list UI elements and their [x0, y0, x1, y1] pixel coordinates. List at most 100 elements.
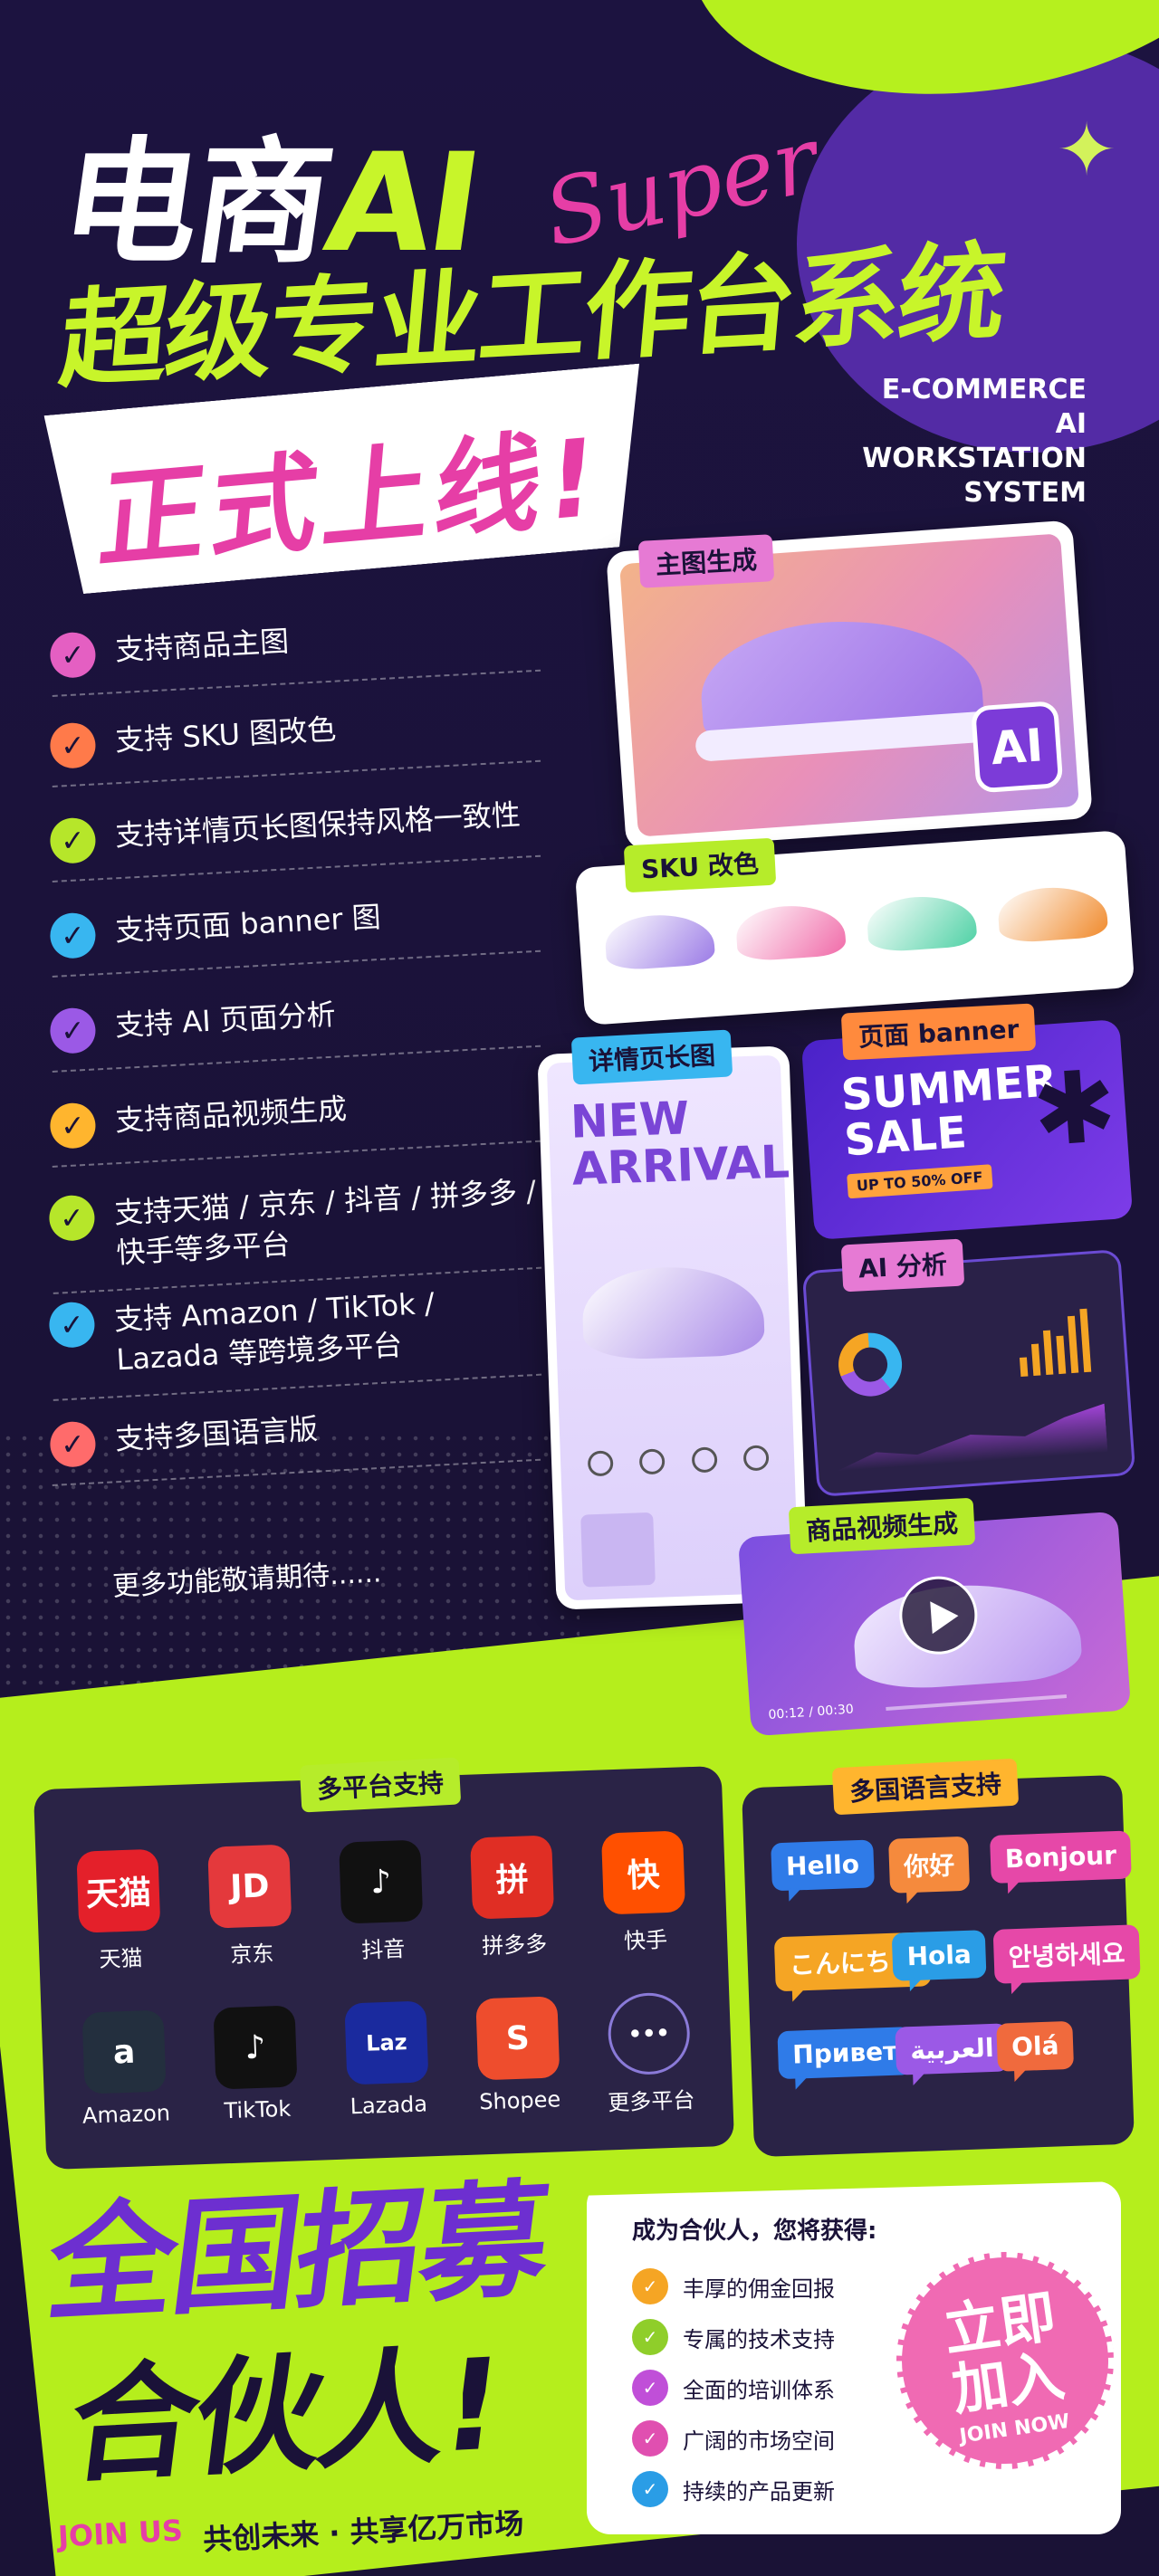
platform-item[interactable]: 天猫 天猫 — [62, 1848, 176, 1974]
detail-page-card: NEW ARRIVAL — [537, 1045, 809, 1610]
platform-item[interactable]: 快快手 — [588, 1830, 701, 1956]
benefit-item: ✓ 丰厚的佣金回报 — [632, 2268, 835, 2304]
join-button-label: 立即 加入 — [894, 2280, 1115, 2427]
platform-item[interactable]: JD 京东 — [194, 1844, 307, 1970]
feature-item: ✓ 支持商品主图 — [49, 607, 541, 697]
platform-logo-icon: ♪ — [213, 2005, 298, 2090]
platform-item[interactable]: ♪ 抖音 — [325, 1839, 438, 1965]
benefit-icon: ✓ — [632, 2319, 668, 2355]
feature-icon — [691, 1446, 718, 1474]
bar-chart-icon — [1017, 1308, 1103, 1378]
platform-name: 抖音 — [360, 1936, 406, 1963]
language-bubble: Привет — [777, 2027, 914, 2080]
language-bubble: Olá — [996, 2020, 1075, 2072]
platform-name: TikTok — [224, 2095, 292, 2124]
check-icon: ✓ — [49, 721, 97, 769]
platform-item[interactable]: ♪ TikTok — [199, 2005, 311, 2124]
platform-name: Shopee — [478, 2086, 561, 2115]
platform-logo-icon: S — [475, 1996, 560, 2081]
sneaker-illustration — [580, 1264, 766, 1361]
recruit-headline-line2: 合伙人! — [62, 2331, 507, 2502]
poster: ✦ 电商AI Super 超级专业工作台系统 E-COMMERCE AI WOR… — [0, 0, 1159, 2576]
check-icon: ✓ — [49, 1420, 97, 1468]
platform-panel: 天猫 天猫 JD 京东 ♪ 抖音 拼拼多多快快手 a Amazon ♪ TikTok Laz Lazad… — [33, 1765, 735, 2171]
video-tag: 商品视频生成 — [788, 1497, 976, 1555]
headline-word: ARRIVAL — [570, 1135, 790, 1196]
english-subtitle-line: SYSTEM — [963, 477, 1087, 509]
benefit-item: ✓ 全面的培训体系 — [632, 2370, 835, 2406]
platform-logo-icon: ••• — [607, 1991, 692, 2076]
language-panel: Hello 你好 Bonjour こんにちは Hola 안녕하세요 Привет العربي… — [742, 1774, 1141, 2158]
feature-icon — [638, 1448, 666, 1475]
area-chart-icon — [833, 1398, 1107, 1472]
check-icon: ✓ — [49, 631, 97, 679]
platform-logo-icon: JD — [207, 1844, 292, 1929]
check-icon: ✓ — [49, 1102, 97, 1150]
platform-item[interactable]: S Shopee — [462, 1996, 574, 2115]
feature-text: 支持商品主图 — [114, 624, 290, 668]
platform-logo-icon: a — [81, 2009, 167, 2094]
language-bubble: العربية — [895, 2023, 1010, 2075]
benefit-item: ✓ 持续的产品更新 — [632, 2471, 835, 2507]
platform-logo-icon: ♪ — [339, 1839, 424, 1924]
english-subtitle: E-COMMERCE AI WORKSTATION SYSTEM — [851, 373, 1087, 510]
check-icon: ✓ — [48, 1194, 96, 1243]
language-bubble: Hello — [771, 1839, 875, 1892]
english-subtitle-line: AI WORKSTATION — [862, 408, 1087, 474]
platform-logo-icon: Laz — [344, 2000, 429, 2085]
feature-icons-row — [587, 1445, 770, 1478]
benefit-text: 持续的产品更新 — [683, 2478, 835, 2504]
sku-tag: SKU 改色 — [623, 837, 777, 893]
check-icon: ✓ — [49, 1007, 97, 1054]
feature-text: 支持 Amazon / TikTok / Lazada 等跨境多平台 — [113, 1285, 436, 1378]
video-time: 00:12 / 00:30 — [768, 1702, 855, 1723]
platform-name: 更多平台 — [607, 2087, 695, 2116]
feature-item: ✓ 支持 AI 页面分析 — [49, 983, 541, 1073]
feature-item: ✓ 支持天猫 / 京东 / 抖音 / 拼多多 / 快手等多平台 — [48, 1170, 542, 1294]
feature-icon — [587, 1450, 614, 1477]
sku-variant-sneaker — [734, 902, 848, 963]
platform-name: 拼多多 — [481, 1931, 548, 1960]
detail-page-preview: NEW ARRIVAL — [546, 1054, 800, 1601]
platform-item[interactable]: Laz Lazada — [330, 2000, 443, 2120]
sku-variant-sneaker — [996, 883, 1109, 944]
language-bubble: Hola — [891, 1930, 987, 1981]
discount-badge: UP TO 50% OFF — [847, 1164, 993, 1199]
check-icon: ✓ — [49, 911, 97, 959]
platform-item[interactable]: 拼拼多多 — [456, 1835, 570, 1961]
summer-sale-headline: SUMMER SALE — [839, 1055, 1061, 1166]
headline-line1: 电商AI — [53, 125, 487, 282]
benefit-icon: ✓ — [632, 2268, 668, 2304]
ai-badge: AI — [970, 701, 1064, 794]
headline-cn: 电商 — [52, 125, 340, 282]
benefit-text: 全面的培训体系 — [683, 2377, 835, 2403]
feature-text: 支持页面 banner 图 — [114, 899, 382, 949]
feature-text: 支持天猫 / 京东 / 抖音 / 拼多多 / 快手等多平台 — [113, 1173, 537, 1271]
sku-variant-sneaker — [865, 892, 978, 953]
join-us-label: JOIN US — [57, 2513, 184, 2554]
feature-text: 支持多国语言版 — [114, 1411, 319, 1457]
platform-item[interactable]: a Amazon — [69, 2009, 181, 2129]
feature-item: ✓ 支持 SKU 图改色 — [49, 698, 541, 787]
platform-name: Amazon — [81, 2100, 171, 2129]
feature-text: 支持 AI 页面分析 — [114, 997, 337, 1044]
recruit-headline-line1: 全国招募 — [39, 2166, 555, 2341]
feature-text: 支持 SKU 图改色 — [114, 711, 338, 758]
palm-tree-icon: ✱ — [1029, 1047, 1121, 1169]
feature-item: ✓ 支持页面 banner 图 — [49, 888, 541, 978]
product-thumbnail — [580, 1512, 656, 1588]
benefit-icon: ✓ — [632, 2420, 668, 2457]
platform-logo-icon: 天猫 — [76, 1848, 161, 1933]
sku-variant-sneaker — [603, 911, 716, 972]
benefit-text: 专属的技术支持 — [683, 2326, 835, 2352]
platform-tag: 多平台支持 — [299, 1757, 462, 1813]
sparkle-icon: ✦ — [1056, 108, 1117, 192]
language-bubble: 你好 — [888, 1836, 971, 1894]
platform-name: Lazada — [350, 2091, 428, 2120]
feature-item: ✓ 支持详情页长图保持风格一致性 — [49, 793, 541, 883]
language-bubble: Bonjour — [990, 1830, 1132, 1884]
platform-item[interactable]: ••• 更多平台 — [593, 1991, 706, 2117]
video-progress-bar[interactable] — [886, 1694, 1068, 1711]
main-image-tag: 主图生成 — [637, 534, 775, 588]
english-subtitle-line: E-COMMERCE — [881, 374, 1087, 405]
